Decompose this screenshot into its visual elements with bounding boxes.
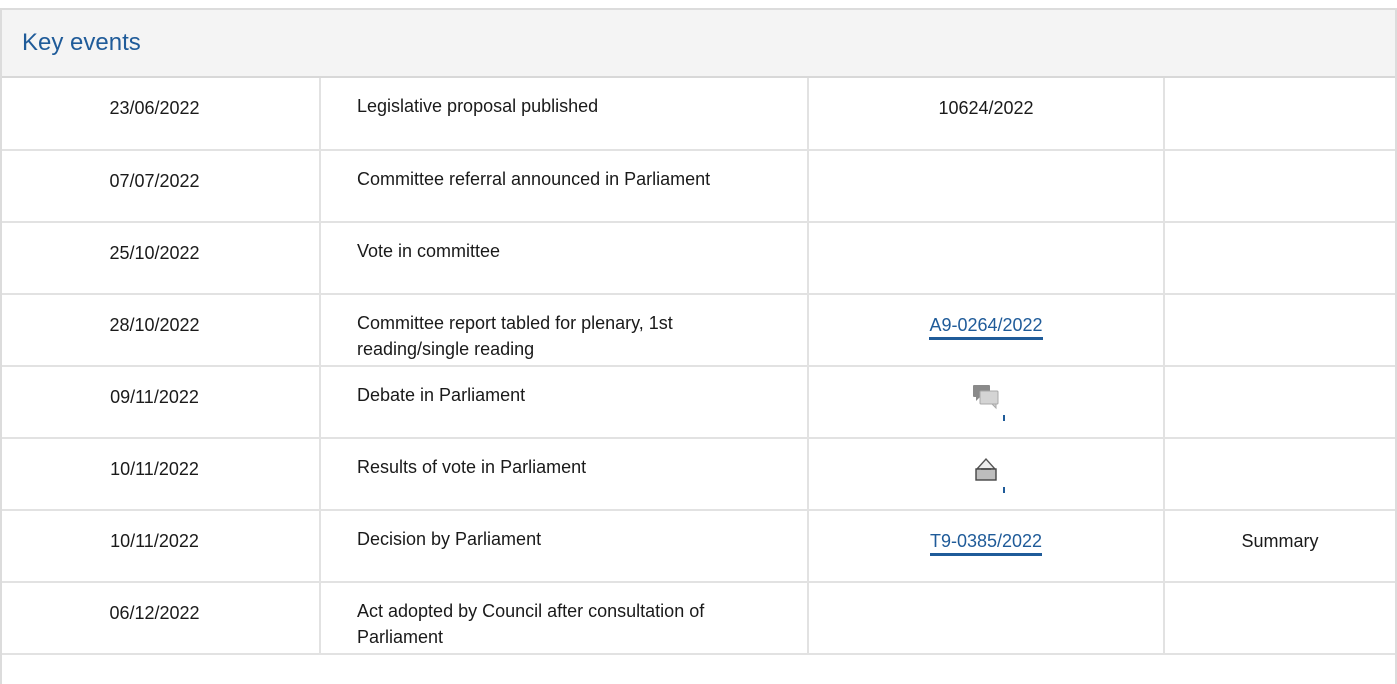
event-description: Vote in committee xyxy=(320,222,809,295)
event-document: 10624/2022 xyxy=(808,78,1165,151)
event-document: A9-0264/2022 xyxy=(808,294,1165,367)
event-description: Debate in Parliament xyxy=(320,366,809,439)
summary-link[interactable]: Summary xyxy=(1164,510,1395,583)
table-row: 28/10/2022 Committee report tabled for p… xyxy=(2,294,1395,367)
document-link[interactable]: T9-0385/2022 xyxy=(929,531,1043,556)
table-row: 25/10/2022 Vote in committee xyxy=(2,222,1395,295)
event-description: Act adopted by Council after consultatio… xyxy=(320,582,809,655)
key-events-panel: Key events 23/06/2022 Legislative propos… xyxy=(0,8,1397,684)
event-description: Results of vote in Parliament xyxy=(320,438,809,511)
table-row: 06/12/2022 Act adopted by Council after … xyxy=(2,582,1395,655)
table-row: 10/11/2022 Results of vote in Parliament xyxy=(2,438,1395,511)
event-date: 06/12/2022 xyxy=(2,582,321,655)
event-document xyxy=(808,222,1165,295)
table-row: 23/06/2022 Legislative proposal publishe… xyxy=(2,78,1395,151)
vote-icon[interactable] xyxy=(970,453,1005,493)
event-description: Legislative proposal published xyxy=(320,78,809,151)
panel-header: Key events xyxy=(2,10,1395,78)
event-date: 23/06/2022 xyxy=(2,78,321,151)
event-summary xyxy=(1164,294,1395,367)
key-events-table: 23/06/2022 Legislative proposal publishe… xyxy=(2,78,1395,655)
event-document xyxy=(808,582,1165,655)
debate-icon[interactable] xyxy=(970,381,1005,421)
event-date: 10/11/2022 xyxy=(2,438,321,511)
table-row: 10/11/2022 Decision by Parliament T9-038… xyxy=(2,510,1395,583)
panel-title: Key events xyxy=(22,29,141,56)
event-summary xyxy=(1164,438,1395,511)
event-date: 10/11/2022 xyxy=(2,510,321,583)
event-description: Committee referral announced in Parliame… xyxy=(320,150,809,223)
event-document xyxy=(808,438,1165,511)
table-row: 07/07/2022 Committee referral announced … xyxy=(2,150,1395,223)
document-reference: 10624/2022 xyxy=(938,98,1034,118)
event-summary xyxy=(1164,78,1395,151)
event-document xyxy=(808,150,1165,223)
event-description: Committee report tabled for plenary, 1st… xyxy=(320,294,809,367)
event-description: Decision by Parliament xyxy=(320,510,809,583)
event-summary xyxy=(1164,582,1395,655)
event-summary xyxy=(1164,222,1395,295)
document-link[interactable]: A9-0264/2022 xyxy=(929,315,1043,340)
event-summary xyxy=(1164,150,1395,223)
event-document: T9-0385/2022 xyxy=(808,510,1165,583)
table-row: 09/11/2022 Debate in Parliament xyxy=(2,366,1395,439)
event-date: 25/10/2022 xyxy=(2,222,321,295)
event-date: 28/10/2022 xyxy=(2,294,321,367)
event-date: 09/11/2022 xyxy=(2,366,321,439)
event-summary xyxy=(1164,366,1395,439)
event-date: 07/07/2022 xyxy=(2,150,321,223)
event-document xyxy=(808,366,1165,439)
